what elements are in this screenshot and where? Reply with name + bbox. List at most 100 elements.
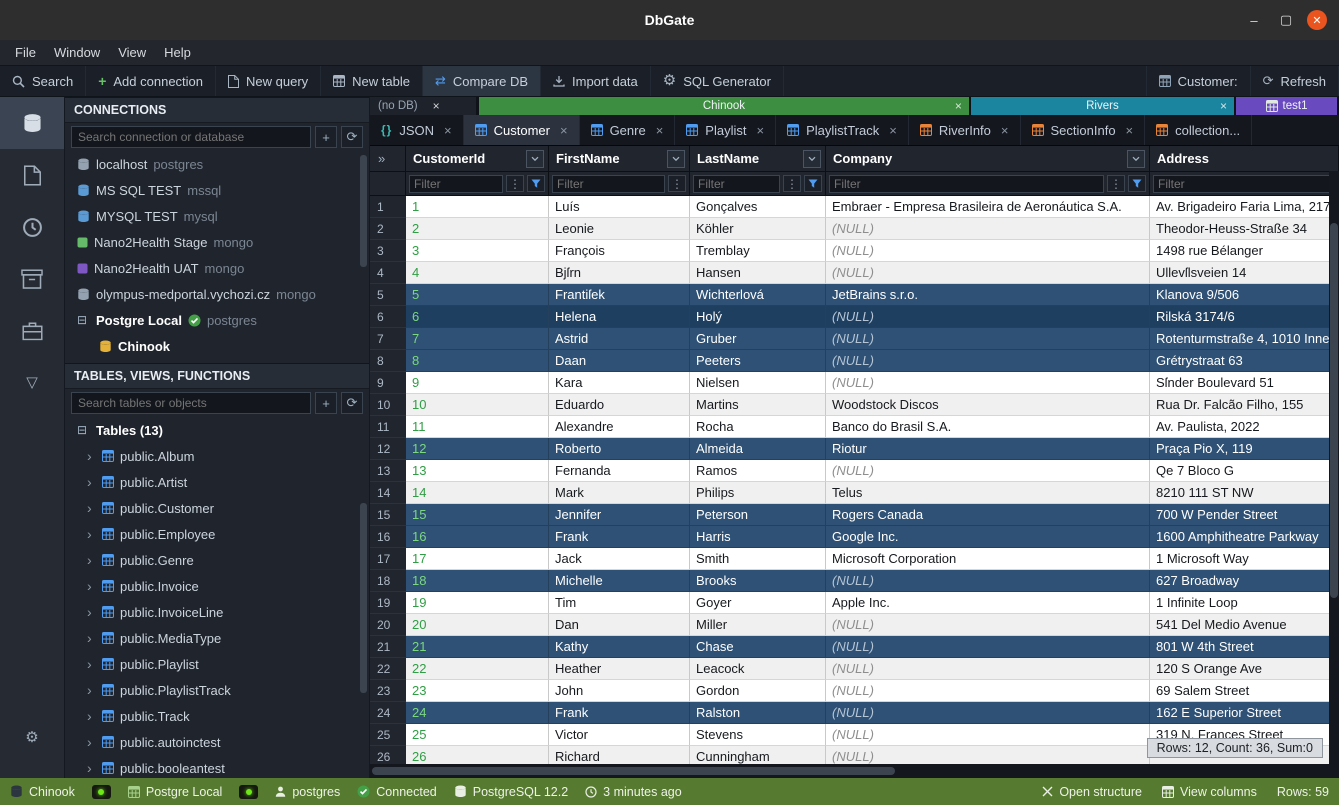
db-tab-rivers[interactable]: Rivers× [971,97,1234,115]
db-tab-test1[interactable]: test1 [1236,97,1337,115]
chevron-right-icon[interactable]: › [87,500,96,516]
grid-cell[interactable]: Gonçalves [690,196,826,218]
close-tab-icon[interactable]: × [656,123,664,138]
row-number[interactable]: 26 [370,746,406,764]
row-number[interactable]: 23 [370,680,406,702]
add-table-mini-button[interactable]: + [315,392,337,414]
grid-cell[interactable]: Holý [690,306,826,328]
grid-cell[interactable]: 5 [406,284,549,306]
grid-cell[interactable]: Nielsen [690,372,826,394]
connection-item[interactable]: Chinook [65,333,369,359]
grid-cell[interactable]: Roberto [549,438,690,460]
grid-cell[interactable]: Ramos [690,460,826,482]
menu-file[interactable]: File [6,40,45,65]
grid-cell[interactable]: 9 [406,372,549,394]
chevron-right-icon[interactable]: › [87,734,96,750]
filter-funnel-button[interactable] [527,175,545,192]
row-number[interactable]: 11 [370,416,406,438]
row-number[interactable]: 20 [370,614,406,636]
table-item[interactable]: ›public.MediaType [65,625,369,651]
vertical-scrollbar[interactable] [1329,171,1339,764]
grid-cell[interactable]: (NULL) [826,460,1150,482]
filter-input-company[interactable] [829,175,1104,193]
grid-cell[interactable]: Jack [549,548,690,570]
grid-cell[interactable]: Almeida [690,438,826,460]
grid-cell[interactable]: Brooks [690,570,826,592]
chevron-right-icon[interactable]: › [87,552,96,568]
grid-cell[interactable]: (NULL) [826,680,1150,702]
menu-window[interactable]: Window [45,40,109,65]
grid-cell[interactable]: Heather [549,658,690,680]
close-tab-icon[interactable]: × [444,123,452,138]
chevron-right-icon[interactable]: › [87,656,96,672]
column-header-company[interactable]: Company [826,146,1150,171]
grid-cell[interactable]: Leacock [690,658,826,680]
grid-cell[interactable]: 700 W Pender Street [1150,504,1339,526]
connection-item[interactable]: Nano2Health UATmongo [65,255,369,281]
chevron-right-icon[interactable]: › [87,526,96,542]
grid-cell[interactable]: 23 [406,680,549,702]
grid-cell[interactable]: (NULL) [826,372,1150,394]
table-item[interactable]: ›public.PlaylistTrack [65,677,369,703]
statusbar-open-structure[interactable]: Open structure [1042,785,1142,799]
grid-cell[interactable]: 1600 Amphitheatre Parkway [1150,526,1339,548]
grid-cell[interactable]: 22 [406,658,549,680]
grid-cell[interactable]: 21 [406,636,549,658]
tables-scrollbar[interactable] [360,503,367,693]
row-number[interactable]: 1 [370,196,406,218]
grid-cell[interactable]: Wichterlová [690,284,826,306]
grid-cell[interactable]: Alexandre [549,416,690,438]
filter-menu-button[interactable]: ⋮ [1107,175,1125,192]
toolbar-compare-db-button[interactable]: ⇄Compare DB [423,66,541,96]
grid-cell[interactable]: 20 [406,614,549,636]
grid-cell[interactable]: Leonie [549,218,690,240]
grid-cell[interactable]: Harris [690,526,826,548]
chevron-right-icon[interactable]: › [87,474,96,490]
grid-cell[interactable]: Tremblay [690,240,826,262]
tab-riverinfo[interactable]: RiverInfo× [909,115,1021,145]
grid-cell[interactable]: 17 [406,548,549,570]
grid-cell[interactable]: Cunningham [690,746,826,764]
column-dropdown-button[interactable] [803,150,821,168]
tab-json[interactable]: {}JSON× [370,115,464,145]
tables-search-input[interactable] [71,392,311,414]
nav-briefcase-icon[interactable] [0,305,64,357]
grid-cell[interactable]: Embraer - Empresa Brasileira de Aeronáut… [826,196,1150,218]
row-number[interactable]: 6 [370,306,406,328]
grid-cell[interactable]: Rocha [690,416,826,438]
grid-cell[interactable]: Gordon [690,680,826,702]
grid-cell[interactable]: Frank [549,526,690,548]
row-number[interactable]: 12 [370,438,406,460]
grid-cell[interactable]: Chase [690,636,826,658]
grid-cell[interactable]: Stevens [690,724,826,746]
grid-cell[interactable]: Rua Dr. Falcão Filho, 155 [1150,394,1339,416]
grid-cell[interactable]: (NULL) [826,240,1150,262]
table-item[interactable]: ›public.Album [65,443,369,469]
grid-expand-button[interactable]: » [370,146,406,171]
row-number[interactable]: 25 [370,724,406,746]
connections-search-input[interactable] [71,126,311,148]
toolbar-add-connection-button[interactable]: +Add connection [86,66,216,96]
column-header-lastname[interactable]: LastName [690,146,826,171]
table-item[interactable]: ›public.Employee [65,521,369,547]
close-tab-icon[interactable]: × [1001,123,1009,138]
tab-customer[interactable]: Customer× [464,115,580,145]
row-number[interactable]: 4 [370,262,406,284]
table-item[interactable]: ›public.Invoice [65,573,369,599]
grid-cell[interactable]: Klanova 9/506 [1150,284,1339,306]
grid-cell[interactable]: 69 Salem Street [1150,680,1339,702]
grid-cell[interactable]: (NULL) [826,328,1150,350]
horizontal-scrollbar-thumb[interactable] [372,767,895,775]
refresh-connections-button[interactable]: ⟳ [341,126,363,148]
row-number[interactable]: 3 [370,240,406,262]
grid-cell[interactable]: Eduardo [549,394,690,416]
tab-sectioninfo[interactable]: SectionInfo× [1021,115,1146,145]
grid-cell[interactable]: 15 [406,504,549,526]
grid-cell[interactable]: JetBrains s.r.o. [826,284,1150,306]
row-number[interactable]: 10 [370,394,406,416]
table-item[interactable]: ›public.Customer [65,495,369,521]
table-item[interactable]: ›public.Track [65,703,369,729]
grid-cell[interactable]: Philips [690,482,826,504]
minimize-button[interactable]: – [1243,9,1265,31]
column-header-customerid[interactable]: CustomerId [406,146,549,171]
